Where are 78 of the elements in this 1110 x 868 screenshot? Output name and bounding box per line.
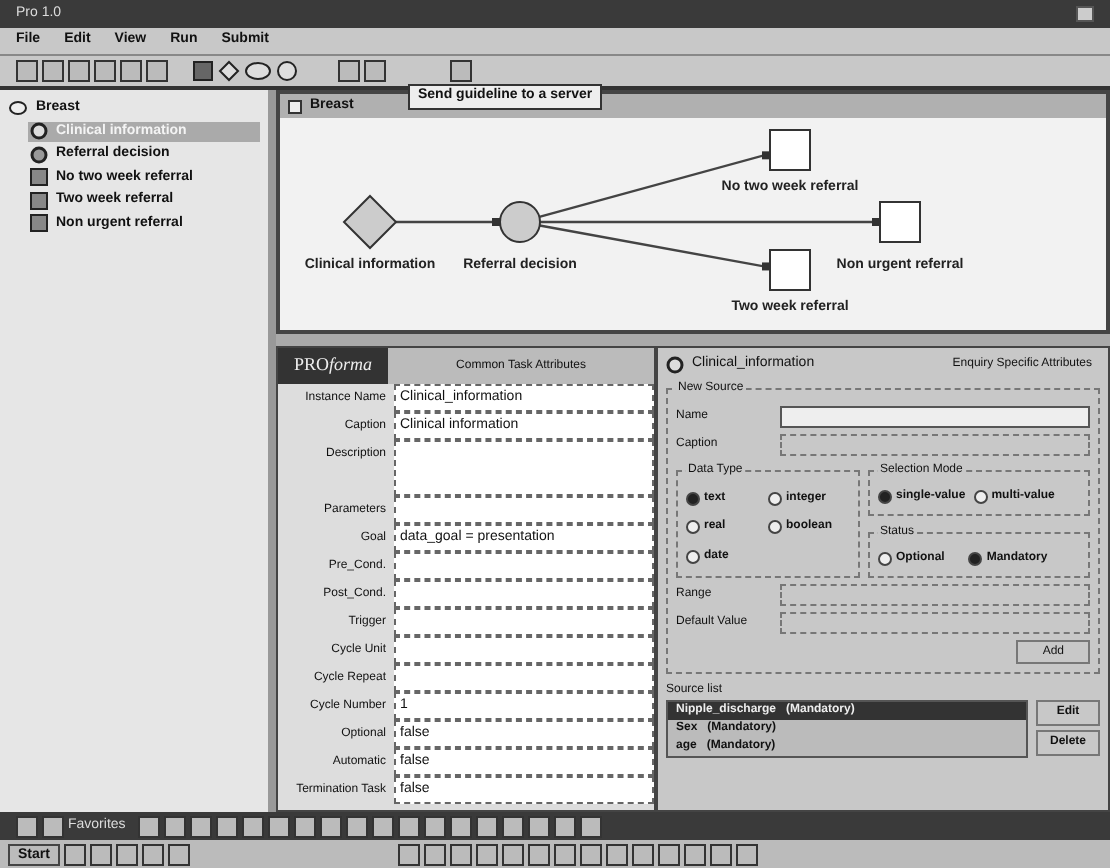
circle-tool-icon[interactable] [276,60,298,82]
toolbar-icon[interactable] [338,60,360,82]
app-icon[interactable] [137,815,160,837]
square-icon [30,191,48,210]
input-field[interactable] [394,608,654,636]
app-icon[interactable] [42,815,64,837]
window-controls-icon[interactable] [1076,6,1094,22]
app-icon[interactable] [163,815,186,837]
taskbar-icon[interactable] [423,843,446,865]
app-icon[interactable] [371,815,394,837]
taskbar-icon[interactable] [501,843,524,865]
diamond-node[interactable] [342,194,398,250]
quick-launch-icon[interactable] [89,843,112,865]
quick-launch-icon[interactable] [141,843,164,865]
app-icon[interactable] [449,815,472,837]
app-icon[interactable] [527,815,550,837]
app-icon[interactable] [475,815,498,837]
app-icon[interactable] [319,815,342,837]
square-icon [30,168,48,187]
app-icon[interactable] [16,815,38,837]
connector-arrow [396,218,500,226]
quick-launch-icon[interactable] [167,843,190,865]
app-icon[interactable] [345,815,368,837]
square-icon [30,214,48,233]
app-icon[interactable] [241,815,264,837]
taskbar-icon[interactable] [605,843,628,865]
square-node[interactable] [879,201,921,243]
diagram-window-icon [288,99,302,113]
diamond-tool-icon[interactable] [218,60,240,82]
name-field[interactable] [780,406,1090,428]
toolbar-icon[interactable] [120,60,142,82]
input-field[interactable] [394,496,654,524]
taskbar-icon[interactable] [397,843,420,865]
toolbar-icon[interactable] [364,60,386,82]
toolbar-icon[interactable] [68,60,90,82]
app-icon[interactable] [423,815,446,837]
input-field[interactable] [394,636,654,664]
circle-icon [30,122,48,141]
taskbar-icon[interactable] [735,843,758,865]
square-tool-icon[interactable] [192,60,214,82]
taskbar-icon[interactable] [527,843,550,865]
taskbar-icon[interactable] [579,843,602,865]
toolbar-icon[interactable] [42,60,64,82]
input-field[interactable] [394,580,654,608]
app-icon[interactable] [267,815,290,837]
taskbar-icon[interactable] [709,843,732,865]
taskbar-icon[interactable] [553,843,576,865]
square-node[interactable] [769,129,811,171]
taskbar-icon[interactable] [449,843,472,865]
taskbar-icon[interactable] [657,843,680,865]
app-icon[interactable] [293,815,316,837]
app-icon[interactable] [215,815,238,837]
app-icon[interactable] [553,815,576,837]
default-value-field[interactable] [780,612,1090,634]
app-icon[interactable] [397,815,420,837]
oval-icon [8,100,28,117]
toolbar-icon[interactable] [146,60,168,82]
toolbar-icon[interactable] [94,60,116,82]
quick-launch-icon[interactable] [115,843,138,865]
toolbar-icon[interactable] [16,60,38,82]
circle-icon [30,145,48,164]
oval-tool-icon[interactable] [244,60,272,82]
input-field[interactable] [394,552,654,580]
circle-node[interactable] [499,201,541,243]
caption-field[interactable] [780,434,1090,456]
taskbar-icon[interactable] [631,843,654,865]
quick-launch-icon[interactable] [63,843,86,865]
square-node[interactable] [769,249,811,291]
app-icon[interactable] [189,815,212,837]
input-field[interactable] [394,664,654,692]
range-field[interactable] [780,584,1090,606]
taskbar-icon[interactable] [475,843,498,865]
taskbar-icon[interactable] [683,843,706,865]
app-icon[interactable] [501,815,524,837]
proforma-logo: PROforma [278,348,389,384]
input-field[interactable] [394,440,654,496]
circle-icon [666,355,684,373]
app-icon[interactable] [579,815,602,837]
